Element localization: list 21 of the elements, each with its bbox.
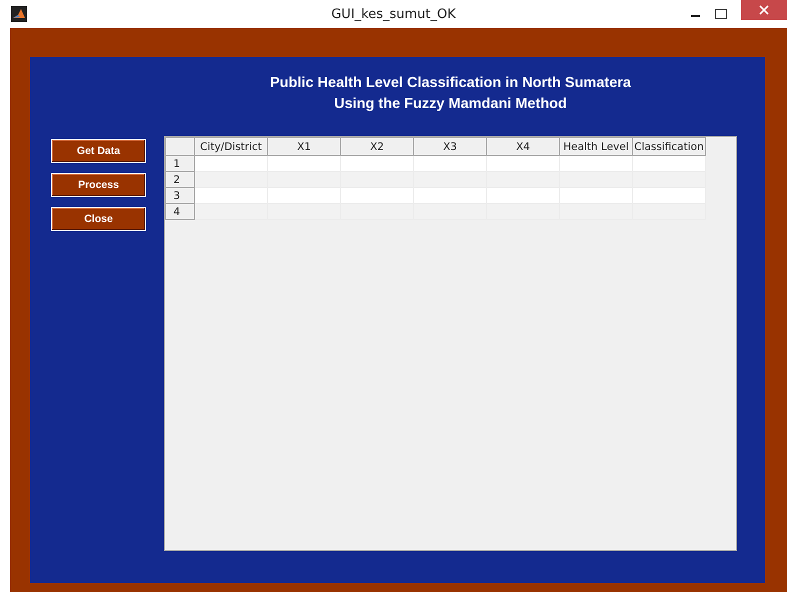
- column-header: X3: [414, 138, 486, 156]
- column-header: X1: [268, 138, 340, 156]
- close-icon: [759, 5, 769, 15]
- column-header: Classification: [632, 138, 706, 156]
- app-icon: [11, 6, 27, 22]
- row-header: 3: [166, 188, 194, 204]
- column-header: City/District: [194, 138, 268, 156]
- heading-text: Using the Fuzzy Mamdani Method: [334, 96, 567, 112]
- close-button[interactable]: [741, 0, 787, 20]
- action-button[interactable]: Process: [51, 173, 146, 197]
- row-header: 2: [166, 172, 194, 188]
- row-header: 4: [166, 204, 194, 220]
- action-button[interactable]: Get Data: [51, 139, 146, 163]
- column-header: Health Level: [560, 138, 632, 156]
- maximize-icon[interactable]: [715, 9, 727, 19]
- action-button[interactable]: Close: [51, 207, 146, 231]
- column-header: X4: [486, 138, 560, 156]
- window-title: GUI_kes_sumut_OK: [331, 6, 456, 22]
- heading-text: Public Health Level Classification in North Sumatera: [270, 75, 631, 91]
- column-header: X2: [340, 138, 414, 156]
- row-header: 1: [166, 156, 194, 172]
